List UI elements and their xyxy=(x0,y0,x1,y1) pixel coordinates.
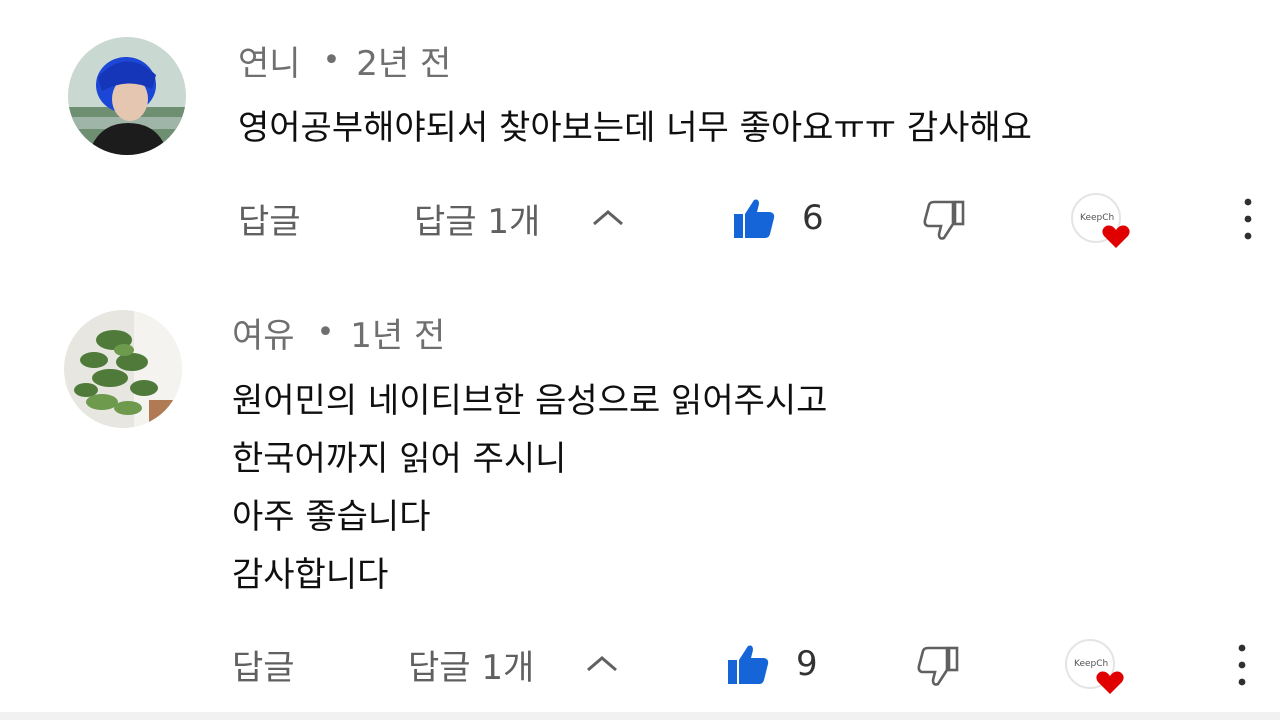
comment-line: 한국어까지 읽어 주시니 xyxy=(232,439,567,479)
separator-dot: • xyxy=(316,314,335,350)
comment-actions: 답글 답글 1개 9 KeepCh xyxy=(0,634,1280,694)
separator-dot: • xyxy=(322,42,341,78)
like-count: 6 xyxy=(802,198,824,238)
divider xyxy=(0,712,1280,720)
reply-button[interactable]: 답글 xyxy=(238,188,301,248)
author-name[interactable]: 연니 xyxy=(238,36,301,85)
reply-button[interactable]: 답글 xyxy=(232,634,295,694)
view-replies-button[interactable]: 답글 1개 xyxy=(414,188,540,248)
comment-time[interactable]: 2년 전 xyxy=(356,36,451,85)
comment-line: 원어민의 네이티브한 음성으로 읽어주시고 xyxy=(232,381,828,421)
avatar[interactable] xyxy=(68,37,186,155)
avatar-photo xyxy=(68,37,186,155)
badge-text: KeepCh xyxy=(1074,659,1108,669)
comment-time[interactable]: 1년 전 xyxy=(350,308,445,357)
thumbs-up-icon[interactable] xyxy=(732,196,776,240)
creator-heart-badge[interactable]: KeepCh xyxy=(1064,636,1126,698)
author-name[interactable]: 여유 xyxy=(232,308,295,357)
comment-meta: 연니 • 2년 전 xyxy=(238,36,451,85)
comment-line: 감사합니다 xyxy=(232,555,389,595)
view-replies-button[interactable]: 답글 1개 xyxy=(408,634,534,694)
comment-text: 영어공부해야되서 찾아보는데 너무 좋아요ㅠㅠ 감사해요 xyxy=(238,99,1032,157)
more-vertical-icon[interactable] xyxy=(1238,194,1258,244)
comment-line: 아주 좋습니다 xyxy=(232,497,431,537)
heart-badge-icon: KeepCh xyxy=(1065,639,1124,694)
thumbs-down-icon[interactable] xyxy=(922,198,966,242)
avatar-photo xyxy=(64,310,182,428)
comment-line: 영어공부해야되서 찾아보는데 너무 좋아요ㅠㅠ 감사해요 xyxy=(238,108,1032,148)
comment-text: 원어민의 네이티브한 음성으로 읽어주시고 한국어까지 읽어 주시니 아주 좋습… xyxy=(232,372,827,604)
chevron-up-icon[interactable] xyxy=(588,202,628,234)
thumbs-down-icon[interactable] xyxy=(916,644,960,688)
badge-text: KeepCh xyxy=(1080,213,1114,223)
comment-meta: 여유 • 1년 전 xyxy=(232,308,445,357)
more-vertical-icon[interactable] xyxy=(1232,640,1252,690)
thumbs-up-icon[interactable] xyxy=(726,642,770,686)
chevron-up-icon[interactable] xyxy=(582,648,622,680)
avatar[interactable] xyxy=(64,310,182,428)
heart-badge-icon: KeepCh xyxy=(1071,193,1130,248)
like-count: 9 xyxy=(796,644,818,684)
creator-heart-badge[interactable]: KeepCh xyxy=(1070,190,1132,252)
comment-actions: 답글 답글 1개 6 KeepCh xyxy=(0,188,1280,248)
